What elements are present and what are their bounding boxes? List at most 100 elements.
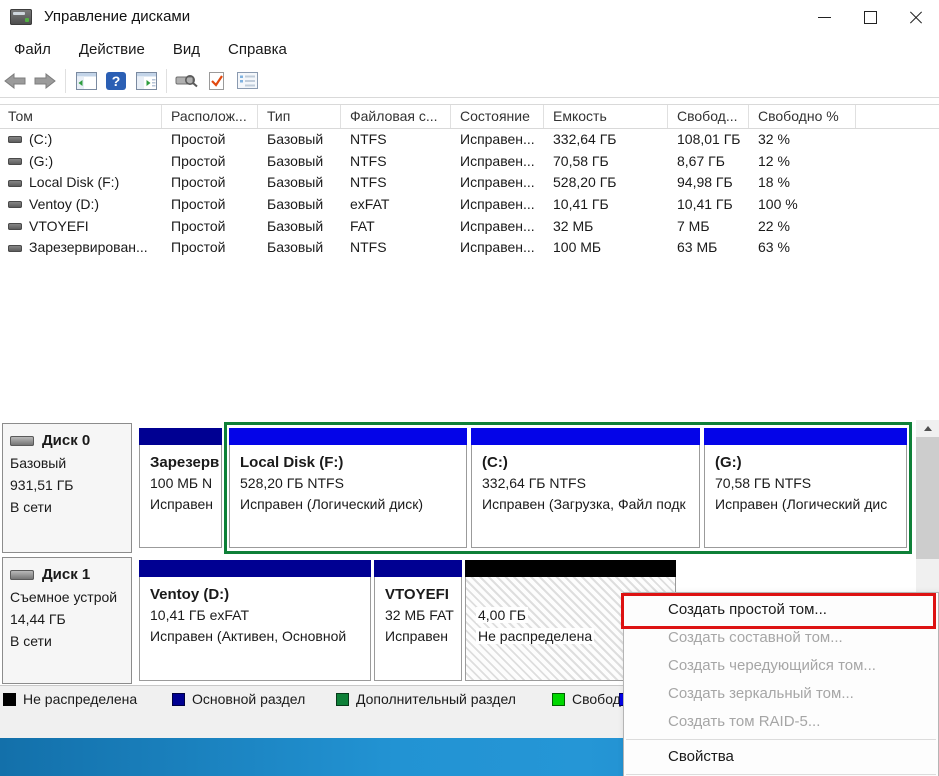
partition-status: Исправен (Загрузка, Файл подк: [482, 494, 699, 515]
partition-vtoyefi[interactable]: VTOYEFI 32 МБ FAT Исправен: [374, 560, 462, 681]
back-button[interactable]: [0, 68, 30, 94]
menu-help[interactable]: Справка: [214, 36, 301, 64]
disk1-panel[interactable]: Диск 1 Съемное устрой 14,44 ГБ В сети: [2, 557, 132, 684]
logical-drive-bar: [471, 428, 700, 445]
unallocated-size: 4,00 ГБ: [476, 607, 528, 623]
volume-status: Исправен...: [451, 194, 544, 216]
maximize-button[interactable]: [847, 0, 893, 35]
close-icon: [909, 11, 923, 25]
menu-action[interactable]: Действие: [65, 36, 159, 64]
menu-item-properties[interactable]: Свойства: [624, 743, 938, 771]
disk1-label: Диск 1: [42, 564, 90, 586]
menu-view[interactable]: Вид: [159, 36, 214, 64]
volume-layout: Простой: [162, 129, 258, 151]
column-header-free[interactable]: Свобод...: [668, 105, 749, 128]
minimize-button[interactable]: [801, 0, 847, 35]
volume-status: Исправен...: [451, 237, 544, 259]
action-pane-icon: [136, 72, 157, 90]
partition-ventoy[interactable]: Ventoy (D:) 10,41 ГБ exFAT Исправен (Акт…: [139, 560, 371, 681]
volume-free: 63 МБ: [668, 237, 749, 259]
table-row-volume-f[interactable]: Local Disk (F:) Простой Базовый NTFS Исп…: [0, 172, 939, 194]
disk-icon: [10, 570, 34, 580]
table-row-volume-vtoyefi[interactable]: VTOYEFI Простой Базовый FAT Исправен... …: [0, 216, 939, 238]
volume-free: 7 МБ: [668, 216, 749, 238]
volume-type: Базовый: [258, 172, 341, 194]
menu-bar: Файл Действие Вид Справка: [0, 36, 939, 64]
column-header-type[interactable]: Тип: [258, 105, 341, 128]
table-row-volume-c[interactable]: (C:) Простой Базовый NTFS Исправен... 33…: [0, 129, 939, 151]
context-menu: Создать простой том... Создать составной…: [623, 592, 939, 776]
show-action-pane-button[interactable]: [131, 68, 161, 94]
volume-layout: Простой: [162, 194, 258, 216]
toolbar-separator: [166, 69, 167, 93]
volume-fs: NTFS: [341, 129, 451, 151]
window-title: Управление дисками: [44, 8, 190, 25]
table-row-volume-g[interactable]: (G:) Простой Базовый NTFS Исправен... 70…: [0, 151, 939, 173]
unallocated-bar: [465, 560, 676, 577]
primary-partition-bar: [139, 428, 222, 445]
partition-size: 70,58 ГБ NTFS: [715, 473, 906, 494]
disk0-panel[interactable]: Диск 0 Базовый 931,51 ГБ В сети: [2, 423, 132, 553]
volume-fs: NTFS: [341, 172, 451, 194]
close-button[interactable]: [893, 0, 939, 35]
table-row-volume-d[interactable]: Ventoy (D:) Простой Базовый exFAT Исправ…: [0, 194, 939, 216]
partition-size: 32 МБ FAT: [385, 605, 461, 626]
maximize-icon: [864, 11, 877, 24]
partition-title: Зарезерв: [150, 452, 221, 473]
column-header-volume[interactable]: Том: [0, 105, 162, 128]
column-header-capacity[interactable]: Емкость: [544, 105, 668, 128]
help-button[interactable]: ?: [101, 68, 131, 94]
partition-c[interactable]: (C:) 332,64 ГБ NTFS Исправен (Загрузка, …: [471, 428, 700, 548]
partition-f[interactable]: Local Disk (F:) 528,20 ГБ NTFS Исправен …: [229, 428, 467, 548]
primary-partition-bar: [374, 560, 462, 577]
console-tree-icon: [76, 72, 97, 90]
legend-primary: Основной раздел: [172, 691, 305, 707]
unallocated-label: Не распределена: [476, 628, 594, 644]
volume-layout: Простой: [162, 151, 258, 173]
menu-item-create-raid5-volume: Создать том RAID-5...: [624, 708, 938, 736]
column-header-free-pct[interactable]: Свободно %: [749, 105, 856, 128]
partition-status: Исправен (Активен, Основной: [150, 626, 370, 647]
legend-extended: Дополнительный раздел: [336, 691, 516, 707]
partition-reserved[interactable]: Зарезерв 100 МБ N Исправен: [139, 428, 222, 548]
show-console-tree-button[interactable]: [71, 68, 101, 94]
volume-name: VTOYEFI: [29, 216, 89, 238]
properties-fields-button[interactable]: [232, 68, 262, 94]
volume-capacity: 70,58 ГБ: [544, 151, 668, 173]
check-document-button[interactable]: [202, 68, 232, 94]
partition-g[interactable]: (G:) 70,58 ГБ NTFS Исправен (Логический …: [704, 428, 907, 548]
forward-button[interactable]: [30, 68, 60, 94]
scrollbar-thumb[interactable]: [916, 437, 939, 559]
column-header-status[interactable]: Состояние: [451, 105, 544, 128]
column-header-layout[interactable]: Располож...: [162, 105, 258, 128]
menu-item-create-simple-volume[interactable]: Создать простой том...: [624, 596, 938, 624]
free-space-swatch: [552, 693, 565, 706]
disk0-status: В сети: [10, 496, 131, 518]
volume-type: Базовый: [258, 151, 341, 173]
rescan-disks-button[interactable]: [172, 68, 202, 94]
volume-type: Базовый: [258, 237, 341, 259]
menu-separator: [626, 774, 936, 775]
logical-drive-bar: [704, 428, 907, 445]
disk1-status: В сети: [10, 630, 131, 652]
disk0-type: Базовый: [10, 452, 131, 474]
volume-name: Зарезервирован...: [29, 237, 148, 259]
volume-fs: NTFS: [341, 151, 451, 173]
volume-fs: FAT: [341, 216, 451, 238]
partition-status: Исправен: [150, 494, 221, 515]
volume-type: Базовый: [258, 216, 341, 238]
partition-size: 528,20 ГБ NTFS: [240, 473, 466, 494]
disk-icon: [10, 436, 34, 446]
disk0-size: 931,51 ГБ: [10, 474, 131, 496]
volume-capacity: 332,64 ГБ: [544, 129, 668, 151]
volume-type: Базовый: [258, 194, 341, 216]
volume-icon: [8, 223, 22, 230]
scroll-up-button[interactable]: [916, 420, 939, 437]
table-row-volume-reserved[interactable]: Зарезервирован... Простой Базовый NTFS И…: [0, 237, 939, 259]
disk1-type: Съемное устрой: [10, 586, 131, 608]
column-header-filesystem[interactable]: Файловая с...: [341, 105, 451, 128]
volume-free: 10,41 ГБ: [668, 194, 749, 216]
volume-name: (G:): [29, 151, 53, 173]
volume-fs: exFAT: [341, 194, 451, 216]
menu-file[interactable]: Файл: [0, 36, 65, 64]
